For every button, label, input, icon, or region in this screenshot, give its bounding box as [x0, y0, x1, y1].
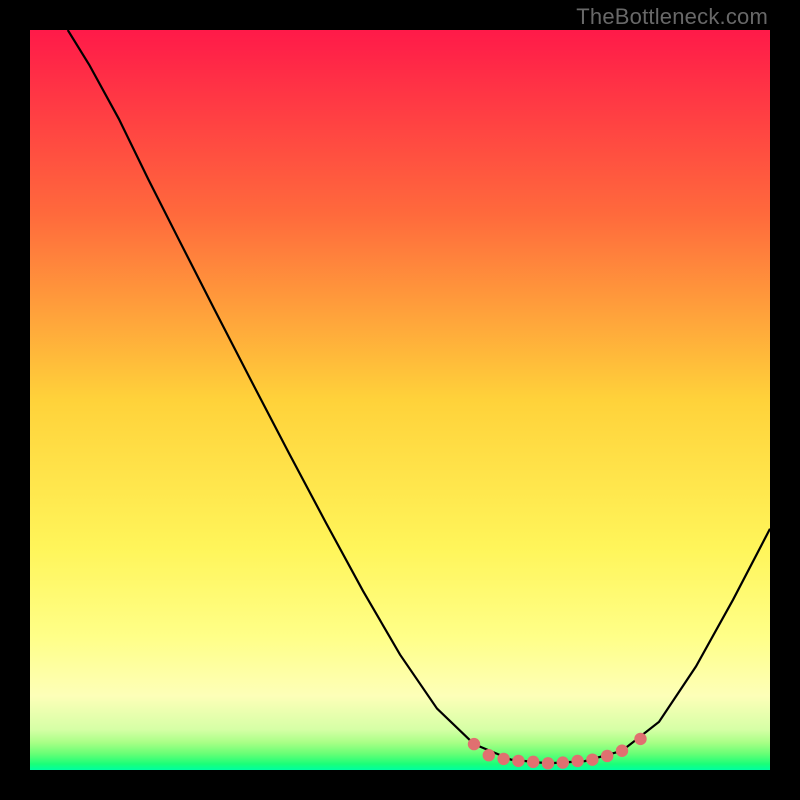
- marker-point: [497, 753, 509, 765]
- marker-point: [571, 755, 583, 767]
- marker-point: [557, 756, 569, 768]
- chart-svg: [30, 30, 770, 770]
- watermark-text: TheBottleneck.com: [576, 4, 768, 30]
- marker-point: [483, 749, 495, 761]
- marker-point: [512, 755, 524, 767]
- chart-container: TheBottleneck.com: [0, 0, 800, 800]
- marker-point: [527, 756, 539, 768]
- marker-point: [542, 757, 554, 769]
- marker-point: [586, 753, 598, 765]
- marker-point: [601, 750, 613, 762]
- plot-area: [30, 30, 770, 770]
- marker-point: [616, 745, 628, 757]
- marker-point: [468, 738, 480, 750]
- marker-point: [634, 733, 646, 745]
- gradient-background: [30, 30, 770, 770]
